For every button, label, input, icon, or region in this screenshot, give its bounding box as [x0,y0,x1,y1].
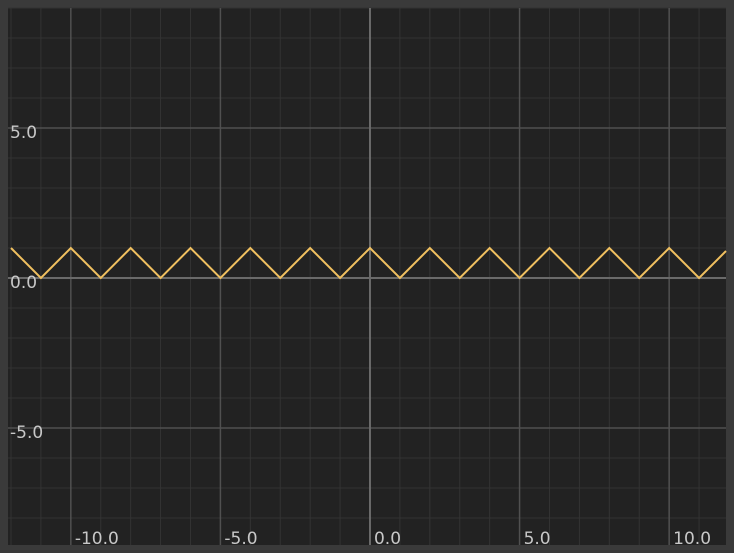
plot-background [8,8,726,545]
x-tick-label: 5.0 [524,529,551,549]
x-tick-label: 10.0 [673,529,711,549]
y-tick-label: 0.0 [10,273,37,293]
chart-plot: -10.0 -5.0 0.0 5.0 10.0 -5.0 0.0 5.0 [8,7,727,549]
chart-frame: -10.0 -5.0 0.0 5.0 10.0 -5.0 0.0 5.0 [0,0,734,553]
y-tick-label: -5.0 [10,423,43,443]
x-tick-label: -10.0 [75,529,119,549]
x-tick-label: 0.0 [374,529,401,549]
x-tick-label: -5.0 [224,529,257,549]
y-tick-label: 5.0 [10,123,37,143]
